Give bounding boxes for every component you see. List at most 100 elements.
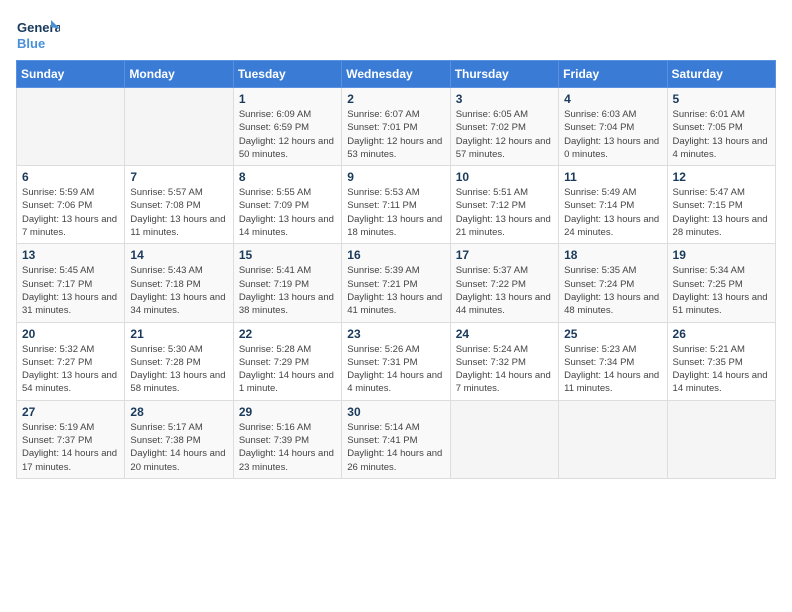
day-number: 20 xyxy=(22,327,119,341)
day-number: 4 xyxy=(564,92,661,106)
day-info: Sunrise: 6:03 AM Sunset: 7:04 PM Dayligh… xyxy=(564,108,661,161)
day-number: 21 xyxy=(130,327,227,341)
day-info: Sunrise: 5:30 AM Sunset: 7:28 PM Dayligh… xyxy=(130,343,227,396)
day-info: Sunrise: 5:55 AM Sunset: 7:09 PM Dayligh… xyxy=(239,186,336,239)
day-cell xyxy=(559,400,667,478)
day-info: Sunrise: 5:16 AM Sunset: 7:39 PM Dayligh… xyxy=(239,421,336,474)
day-cell: 23 Sunrise: 5:26 AM Sunset: 7:31 PM Dayli… xyxy=(342,322,450,400)
day-cell: 11 Sunrise: 5:49 AM Sunset: 7:14 PM Dayli… xyxy=(559,166,667,244)
day-cell: 28 Sunrise: 5:17 AM Sunset: 7:38 PM Dayli… xyxy=(125,400,233,478)
header-wednesday: Wednesday xyxy=(342,61,450,88)
day-info: Sunrise: 6:05 AM Sunset: 7:02 PM Dayligh… xyxy=(456,108,553,161)
day-info: Sunrise: 5:19 AM Sunset: 7:37 PM Dayligh… xyxy=(22,421,119,474)
day-cell: 16 Sunrise: 5:39 AM Sunset: 7:21 PM Dayli… xyxy=(342,244,450,322)
day-info: Sunrise: 5:26 AM Sunset: 7:31 PM Dayligh… xyxy=(347,343,444,396)
day-cell: 20 Sunrise: 5:32 AM Sunset: 7:27 PM Dayli… xyxy=(17,322,125,400)
header-saturday: Saturday xyxy=(667,61,775,88)
day-info: Sunrise: 5:21 AM Sunset: 7:35 PM Dayligh… xyxy=(673,343,770,396)
day-number: 25 xyxy=(564,327,661,341)
day-info: Sunrise: 5:17 AM Sunset: 7:38 PM Dayligh… xyxy=(130,421,227,474)
day-number: 6 xyxy=(22,170,119,184)
day-cell: 9 Sunrise: 5:53 AM Sunset: 7:11 PM Daylig… xyxy=(342,166,450,244)
day-number: 9 xyxy=(347,170,444,184)
day-info: Sunrise: 5:32 AM Sunset: 7:27 PM Dayligh… xyxy=(22,343,119,396)
day-number: 2 xyxy=(347,92,444,106)
day-number: 1 xyxy=(239,92,336,106)
day-cell: 2 Sunrise: 6:07 AM Sunset: 7:01 PM Daylig… xyxy=(342,88,450,166)
day-info: Sunrise: 5:14 AM Sunset: 7:41 PM Dayligh… xyxy=(347,421,444,474)
day-info: Sunrise: 5:41 AM Sunset: 7:19 PM Dayligh… xyxy=(239,264,336,317)
day-cell: 10 Sunrise: 5:51 AM Sunset: 7:12 PM Dayli… xyxy=(450,166,558,244)
day-info: Sunrise: 5:47 AM Sunset: 7:15 PM Dayligh… xyxy=(673,186,770,239)
day-number: 24 xyxy=(456,327,553,341)
day-info: Sunrise: 5:34 AM Sunset: 7:25 PM Dayligh… xyxy=(673,264,770,317)
day-number: 5 xyxy=(673,92,770,106)
day-number: 29 xyxy=(239,405,336,419)
svg-text:Blue: Blue xyxy=(17,36,45,51)
calendar: SundayMondayTuesdayWednesdayThursdayFrid… xyxy=(16,60,776,479)
day-info: Sunrise: 5:39 AM Sunset: 7:21 PM Dayligh… xyxy=(347,264,444,317)
day-number: 17 xyxy=(456,248,553,262)
day-cell: 1 Sunrise: 6:09 AM Sunset: 6:59 PM Daylig… xyxy=(233,88,341,166)
day-info: Sunrise: 6:09 AM Sunset: 6:59 PM Dayligh… xyxy=(239,108,336,161)
day-number: 14 xyxy=(130,248,227,262)
day-number: 22 xyxy=(239,327,336,341)
day-number: 19 xyxy=(673,248,770,262)
day-info: Sunrise: 5:28 AM Sunset: 7:29 PM Dayligh… xyxy=(239,343,336,396)
day-info: Sunrise: 6:07 AM Sunset: 7:01 PM Dayligh… xyxy=(347,108,444,161)
day-number: 16 xyxy=(347,248,444,262)
day-info: Sunrise: 5:59 AM Sunset: 7:06 PM Dayligh… xyxy=(22,186,119,239)
day-cell: 6 Sunrise: 5:59 AM Sunset: 7:06 PM Daylig… xyxy=(17,166,125,244)
week-row-4: 20 Sunrise: 5:32 AM Sunset: 7:27 PM Dayli… xyxy=(17,322,776,400)
day-cell: 7 Sunrise: 5:57 AM Sunset: 7:08 PM Daylig… xyxy=(125,166,233,244)
day-cell: 22 Sunrise: 5:28 AM Sunset: 7:29 PM Dayli… xyxy=(233,322,341,400)
day-cell: 17 Sunrise: 5:37 AM Sunset: 7:22 PM Dayli… xyxy=(450,244,558,322)
day-cell xyxy=(125,88,233,166)
day-number: 11 xyxy=(564,170,661,184)
day-cell: 29 Sunrise: 5:16 AM Sunset: 7:39 PM Dayli… xyxy=(233,400,341,478)
week-row-1: 1 Sunrise: 6:09 AM Sunset: 6:59 PM Daylig… xyxy=(17,88,776,166)
day-info: Sunrise: 5:23 AM Sunset: 7:34 PM Dayligh… xyxy=(564,343,661,396)
header: General Blue xyxy=(16,16,776,54)
day-cell: 4 Sunrise: 6:03 AM Sunset: 7:04 PM Daylig… xyxy=(559,88,667,166)
day-cell xyxy=(667,400,775,478)
week-row-3: 13Sunrise: 5:45 AM Sunset: 7:17 PM Dayli… xyxy=(17,244,776,322)
day-info: Sunrise: 5:43 AM Sunset: 7:18 PM Dayligh… xyxy=(130,264,227,317)
day-number: 10 xyxy=(456,170,553,184)
day-number: 23 xyxy=(347,327,444,341)
day-info: Sunrise: 5:53 AM Sunset: 7:11 PM Dayligh… xyxy=(347,186,444,239)
day-number: 30 xyxy=(347,405,444,419)
day-number: 18 xyxy=(564,248,661,262)
day-cell: 21 Sunrise: 5:30 AM Sunset: 7:28 PM Dayli… xyxy=(125,322,233,400)
day-number: 27 xyxy=(22,405,119,419)
day-cell: 15 Sunrise: 5:41 AM Sunset: 7:19 PM Dayli… xyxy=(233,244,341,322)
day-info: Sunrise: 5:57 AM Sunset: 7:08 PM Dayligh… xyxy=(130,186,227,239)
day-number: 26 xyxy=(673,327,770,341)
day-info: Sunrise: 5:51 AM Sunset: 7:12 PM Dayligh… xyxy=(456,186,553,239)
day-number: 8 xyxy=(239,170,336,184)
calendar-header-row: SundayMondayTuesdayWednesdayThursdayFrid… xyxy=(17,61,776,88)
header-thursday: Thursday xyxy=(450,61,558,88)
day-cell xyxy=(450,400,558,478)
day-cell: 13Sunrise: 5:45 AM Sunset: 7:17 PM Dayli… xyxy=(17,244,125,322)
day-info: Sunrise: 5:35 AM Sunset: 7:24 PM Dayligh… xyxy=(564,264,661,317)
logo: General Blue xyxy=(16,16,60,54)
week-row-2: 6 Sunrise: 5:59 AM Sunset: 7:06 PM Daylig… xyxy=(17,166,776,244)
day-cell: 24Sunrise: 5:24 AM Sunset: 7:32 PM Dayli… xyxy=(450,322,558,400)
day-cell: 26 Sunrise: 5:21 AM Sunset: 7:35 PM Dayli… xyxy=(667,322,775,400)
day-info: Sunrise: 6:01 AM Sunset: 7:05 PM Dayligh… xyxy=(673,108,770,161)
day-info: Sunrise: 5:49 AM Sunset: 7:14 PM Dayligh… xyxy=(564,186,661,239)
day-number: 15 xyxy=(239,248,336,262)
day-cell: 5 Sunrise: 6:01 AM Sunset: 7:05 PM Daylig… xyxy=(667,88,775,166)
day-number: 28 xyxy=(130,405,227,419)
day-number: 12 xyxy=(673,170,770,184)
day-cell: 8 Sunrise: 5:55 AM Sunset: 7:09 PM Daylig… xyxy=(233,166,341,244)
day-number: 7 xyxy=(130,170,227,184)
day-cell: 27 Sunrise: 5:19 AM Sunset: 7:37 PM Dayli… xyxy=(17,400,125,478)
day-cell: 3Sunrise: 6:05 AM Sunset: 7:02 PM Daylig… xyxy=(450,88,558,166)
day-info: Sunrise: 5:37 AM Sunset: 7:22 PM Dayligh… xyxy=(456,264,553,317)
day-info: Sunrise: 5:45 AM Sunset: 7:17 PM Dayligh… xyxy=(22,264,119,317)
day-cell: 14 Sunrise: 5:43 AM Sunset: 7:18 PM Dayli… xyxy=(125,244,233,322)
day-cell: 19 Sunrise: 5:34 AM Sunset: 7:25 PM Dayli… xyxy=(667,244,775,322)
header-friday: Friday xyxy=(559,61,667,88)
